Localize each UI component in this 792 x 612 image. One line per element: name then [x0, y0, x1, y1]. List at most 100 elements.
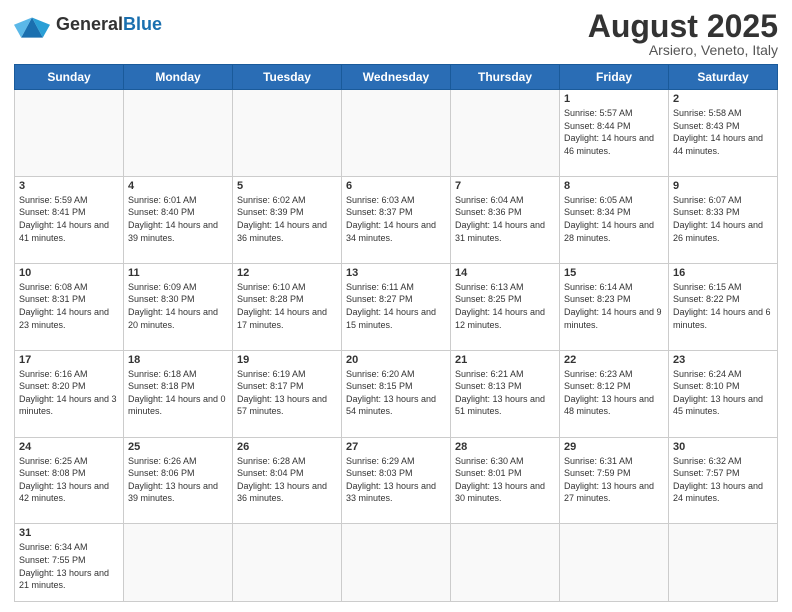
calendar-cell: 20 Sunrise: 6:20 AM Sunset: 8:15 PM Dayli… — [342, 350, 451, 437]
cell-date: 13 — [346, 267, 446, 279]
cell-info: Sunrise: 6:28 AM Sunset: 8:04 PM Dayligh… — [237, 455, 337, 505]
cell-date: 2 — [673, 93, 773, 105]
cell-date: 20 — [346, 354, 446, 366]
calendar-table: Sunday Monday Tuesday Wednesday Thursday… — [14, 64, 778, 602]
header-wednesday: Wednesday — [342, 65, 451, 90]
cell-date: 6 — [346, 180, 446, 192]
cell-date: 11 — [128, 267, 228, 279]
header-row: Sunday Monday Tuesday Wednesday Thursday… — [15, 65, 778, 90]
title-block: August 2025 Arsiero, Veneto, Italy — [588, 10, 778, 58]
cell-date: 30 — [673, 441, 773, 453]
header-tuesday: Tuesday — [233, 65, 342, 90]
cell-info: Sunrise: 6:26 AM Sunset: 8:06 PM Dayligh… — [128, 455, 228, 505]
page: GeneralBlue August 2025 Arsiero, Veneto,… — [0, 0, 792, 612]
cell-date: 9 — [673, 180, 773, 192]
cell-date: 31 — [19, 527, 119, 539]
calendar-cell — [233, 524, 342, 602]
cell-info: Sunrise: 6:15 AM Sunset: 8:22 PM Dayligh… — [673, 281, 773, 331]
calendar-cell: 2 Sunrise: 5:58 AM Sunset: 8:43 PM Daylig… — [669, 90, 778, 177]
cell-info: Sunrise: 6:24 AM Sunset: 8:10 PM Dayligh… — [673, 368, 773, 418]
header-friday: Friday — [560, 65, 669, 90]
calendar-cell — [342, 524, 451, 602]
calendar-cell: 22 Sunrise: 6:23 AM Sunset: 8:12 PM Dayli… — [560, 350, 669, 437]
calendar-cell — [233, 90, 342, 177]
cell-date: 17 — [19, 354, 119, 366]
calendar-cell — [669, 524, 778, 602]
calendar-cell: 21Sunrise: 6:21 AM Sunset: 8:13 PM Dayli… — [451, 350, 560, 437]
calendar-cell: 8 Sunrise: 6:05 AM Sunset: 8:34 PM Daylig… — [560, 176, 669, 263]
cell-info: Sunrise: 6:21 AM Sunset: 8:13 PM Dayligh… — [455, 368, 555, 418]
cell-date: 25 — [128, 441, 228, 453]
cell-date: 5 — [237, 180, 337, 192]
calendar-cell: 18Sunrise: 6:18 AM Sunset: 8:18 PM Dayli… — [124, 350, 233, 437]
calendar-cell — [560, 524, 669, 602]
cell-date: 14 — [455, 267, 555, 279]
calendar-cell: 29 Sunrise: 6:31 AM Sunset: 7:59 PM Dayli… — [560, 437, 669, 524]
cell-info: Sunrise: 5:59 AM Sunset: 8:41 PM Dayligh… — [19, 194, 119, 244]
calendar-cell: 28 Sunrise: 6:30 AM Sunset: 8:01 PM Dayli… — [451, 437, 560, 524]
header-monday: Monday — [124, 65, 233, 90]
logo-icon — [14, 10, 50, 38]
calendar-cell: 30 Sunrise: 6:32 AM Sunset: 7:57 PM Dayli… — [669, 437, 778, 524]
calendar-cell — [451, 524, 560, 602]
cell-info: Sunrise: 6:31 AM Sunset: 7:59 PM Dayligh… — [564, 455, 664, 505]
calendar-cell: 3 Sunrise: 5:59 AM Sunset: 8:41 PM Daylig… — [15, 176, 124, 263]
calendar-cell: 13Sunrise: 6:11 AM Sunset: 8:27 PM Dayli… — [342, 263, 451, 350]
calendar-cell: 12 Sunrise: 6:10 AM Sunset: 8:28 PM Dayli… — [233, 263, 342, 350]
cell-date: 3 — [19, 180, 119, 192]
calendar-cell: 10Sunrise: 6:08 AM Sunset: 8:31 PM Dayli… — [15, 263, 124, 350]
cell-date: 23 — [673, 354, 773, 366]
calendar-cell: 24Sunrise: 6:25 AM Sunset: 8:08 PM Dayli… — [15, 437, 124, 524]
calendar-cell: 6 Sunrise: 6:03 AM Sunset: 8:37 PM Daylig… — [342, 176, 451, 263]
cell-info: Sunrise: 6:10 AM Sunset: 8:28 PM Dayligh… — [237, 281, 337, 331]
header-saturday: Saturday — [669, 65, 778, 90]
cell-info: Sunrise: 6:13 AM Sunset: 8:25 PM Dayligh… — [455, 281, 555, 331]
cell-date: 29 — [564, 441, 664, 453]
cell-info: Sunrise: 5:58 AM Sunset: 8:43 PM Dayligh… — [673, 107, 773, 157]
header-sunday: Sunday — [15, 65, 124, 90]
calendar-cell: 15 Sunrise: 6:14 AM Sunset: 8:23 PM Dayli… — [560, 263, 669, 350]
calendar-cell — [342, 90, 451, 177]
calendar-cell: 4 Sunrise: 6:01 AM Sunset: 8:40 PM Daylig… — [124, 176, 233, 263]
cell-info: Sunrise: 6:23 AM Sunset: 8:12 PM Dayligh… — [564, 368, 664, 418]
cell-info: Sunrise: 6:05 AM Sunset: 8:34 PM Dayligh… — [564, 194, 664, 244]
cell-date: 15 — [564, 267, 664, 279]
cell-info: Sunrise: 6:02 AM Sunset: 8:39 PM Dayligh… — [237, 194, 337, 244]
cell-info: Sunrise: 6:03 AM Sunset: 8:37 PM Dayligh… — [346, 194, 446, 244]
cell-info: Sunrise: 6:19 AM Sunset: 8:17 PM Dayligh… — [237, 368, 337, 418]
calendar-cell: 26 Sunrise: 6:28 AM Sunset: 8:04 PM Dayli… — [233, 437, 342, 524]
calendar-cell: 5 Sunrise: 6:02 AM Sunset: 8:39 PM Daylig… — [233, 176, 342, 263]
calendar-cell: 31Sunrise: 6:34 AM Sunset: 7:55 PM Dayli… — [15, 524, 124, 602]
cell-info: Sunrise: 6:16 AM Sunset: 8:20 PM Dayligh… — [19, 368, 119, 418]
header-thursday: Thursday — [451, 65, 560, 90]
cell-date: 4 — [128, 180, 228, 192]
calendar-cell: 1 Sunrise: 5:57 AM Sunset: 8:44 PM Daylig… — [560, 90, 669, 177]
calendar-cell: 23 Sunrise: 6:24 AM Sunset: 8:10 PM Dayli… — [669, 350, 778, 437]
sub-title: Arsiero, Veneto, Italy — [588, 42, 778, 58]
cell-date: 28 — [455, 441, 555, 453]
cell-date: 8 — [564, 180, 664, 192]
cell-date: 22 — [564, 354, 664, 366]
cell-info: Sunrise: 6:30 AM Sunset: 8:01 PM Dayligh… — [455, 455, 555, 505]
calendar-cell — [124, 90, 233, 177]
calendar-cell: 9Sunrise: 6:07 AM Sunset: 8:33 PM Daylig… — [669, 176, 778, 263]
cell-info: Sunrise: 5:57 AM Sunset: 8:44 PM Dayligh… — [564, 107, 664, 157]
cell-date: 26 — [237, 441, 337, 453]
calendar-cell: 14 Sunrise: 6:13 AM Sunset: 8:25 PM Dayli… — [451, 263, 560, 350]
main-title: August 2025 — [588, 10, 778, 42]
calendar-cell: 19Sunrise: 6:19 AM Sunset: 8:17 PM Dayli… — [233, 350, 342, 437]
cell-info: Sunrise: 6:20 AM Sunset: 8:15 PM Dayligh… — [346, 368, 446, 418]
cell-info: Sunrise: 6:01 AM Sunset: 8:40 PM Dayligh… — [128, 194, 228, 244]
calendar-cell — [124, 524, 233, 602]
calendar-cell — [451, 90, 560, 177]
calendar-cell: 27Sunrise: 6:29 AM Sunset: 8:03 PM Dayli… — [342, 437, 451, 524]
cell-info: Sunrise: 6:14 AM Sunset: 8:23 PM Dayligh… — [564, 281, 664, 331]
cell-date: 1 — [564, 93, 664, 105]
cell-info: Sunrise: 6:32 AM Sunset: 7:57 PM Dayligh… — [673, 455, 773, 505]
cell-date: 10 — [19, 267, 119, 279]
calendar-cell: 7Sunrise: 6:04 AM Sunset: 8:36 PM Daylig… — [451, 176, 560, 263]
cell-date: 27 — [346, 441, 446, 453]
cell-date: 18 — [128, 354, 228, 366]
cell-info: Sunrise: 6:09 AM Sunset: 8:30 PM Dayligh… — [128, 281, 228, 331]
cell-date: 12 — [237, 267, 337, 279]
